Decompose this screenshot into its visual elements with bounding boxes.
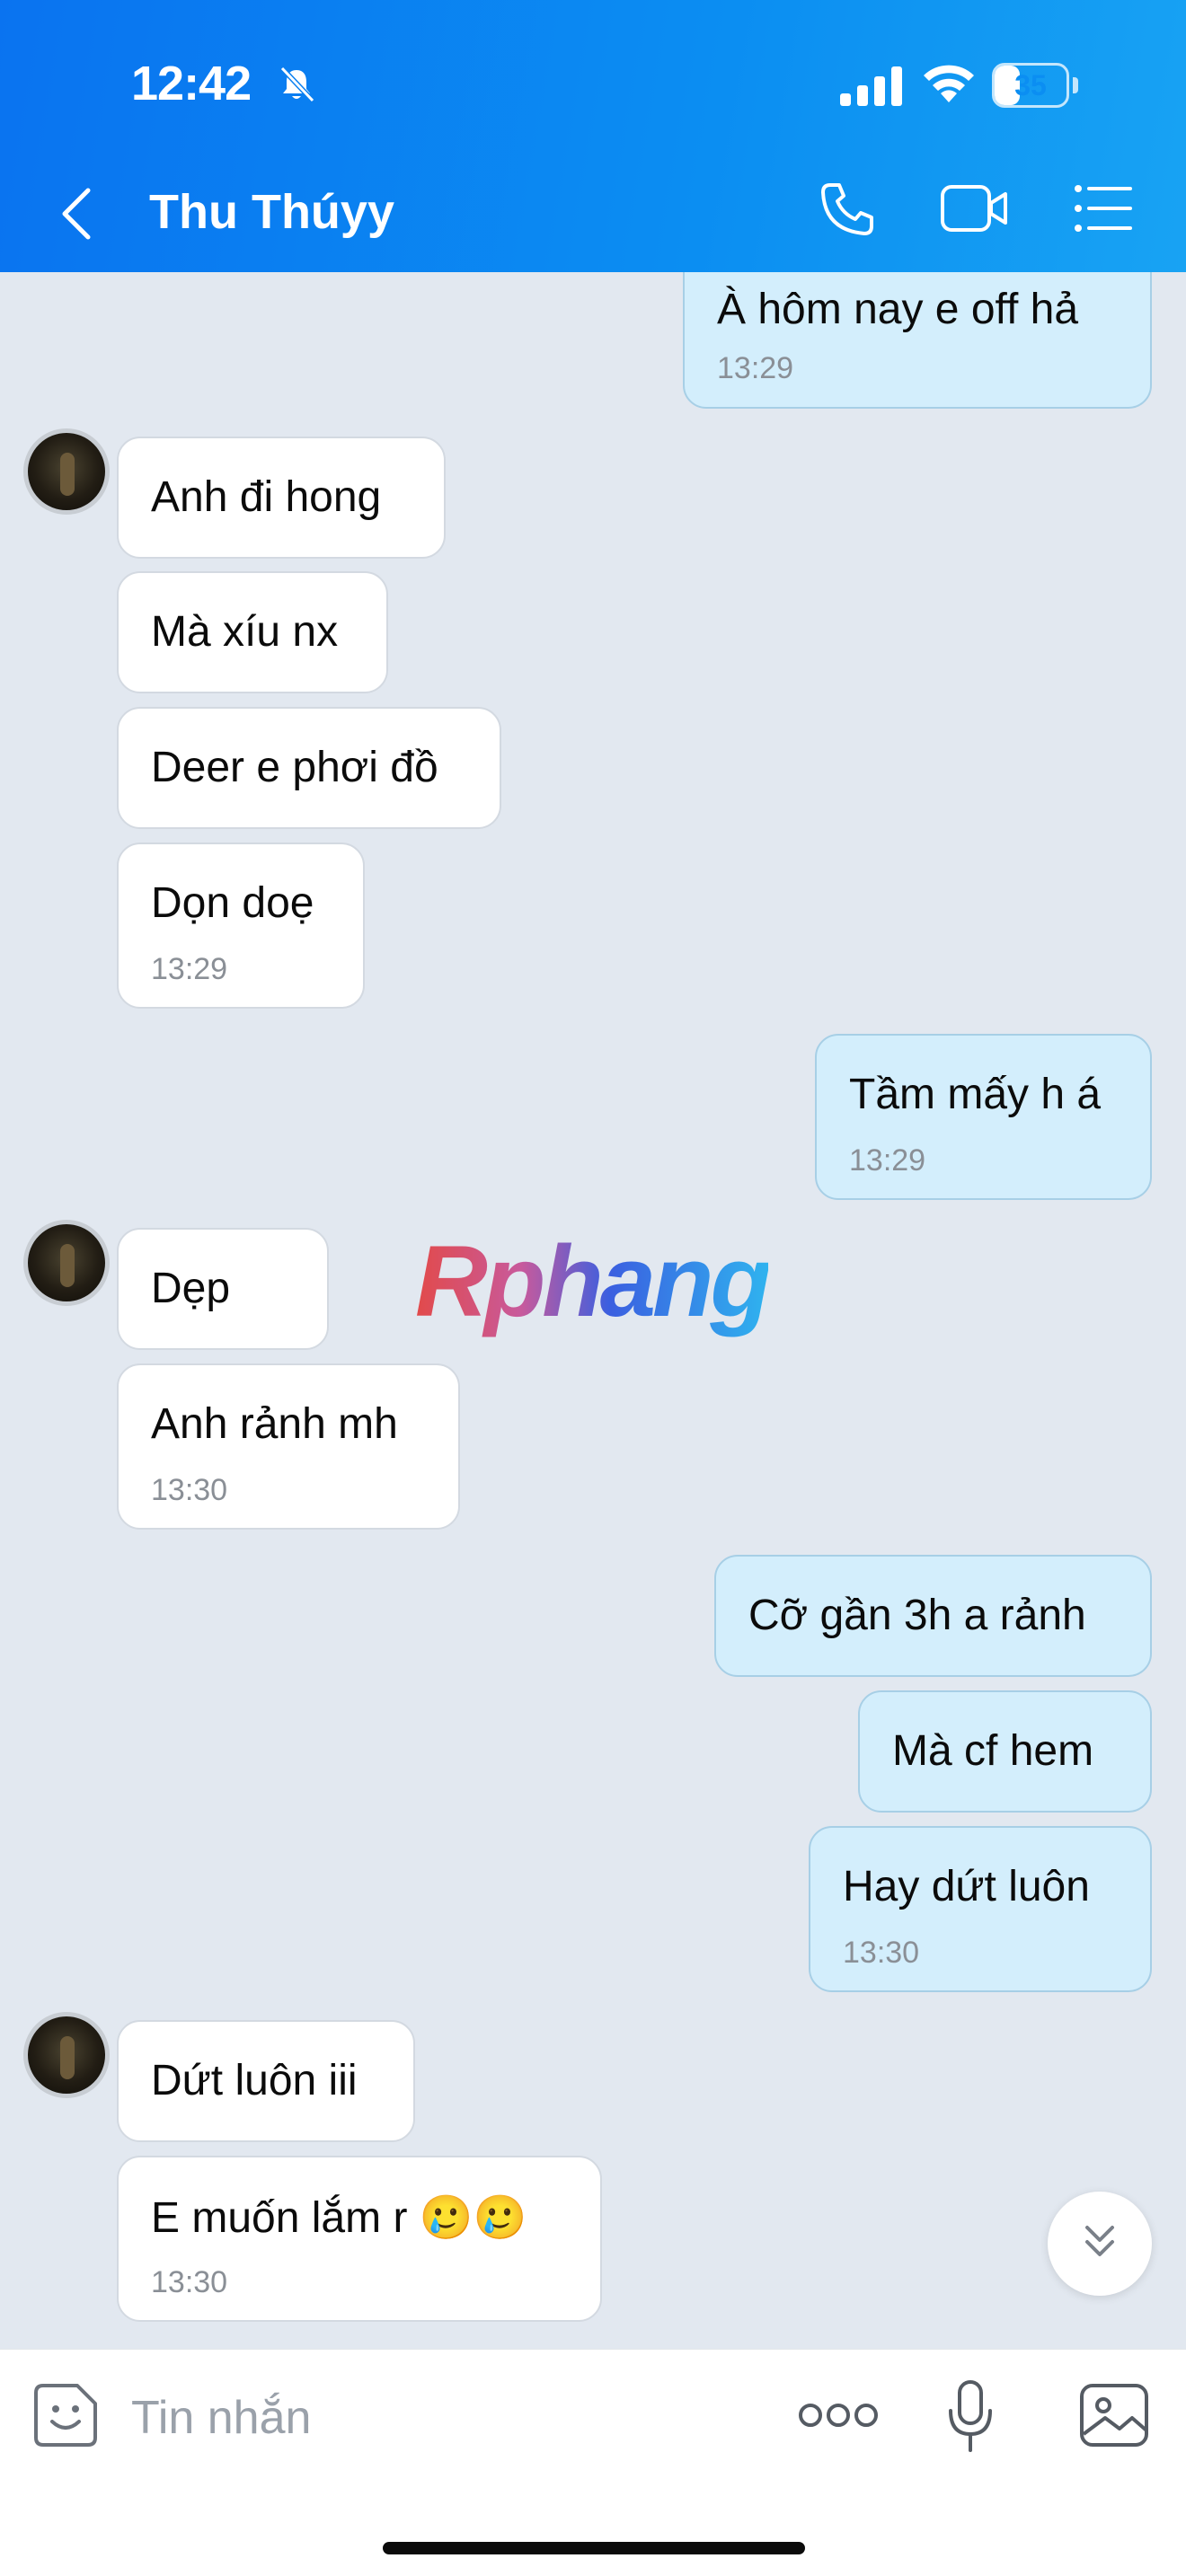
message-text: Mà cf hem bbox=[892, 1727, 1094, 1775]
avatar[interactable] bbox=[23, 428, 110, 515]
message-time: 13:30 bbox=[843, 1936, 920, 1970]
bell-muted-icon bbox=[279, 66, 315, 103]
scroll-down-icon bbox=[1085, 2226, 1114, 2256]
message-time: 13:29 bbox=[151, 952, 228, 986]
message-bubble[interactable]: Deer e phơi đồ bbox=[117, 707, 501, 829]
battery-icon: 35 bbox=[992, 63, 1078, 108]
message-text: Tầm mấy h á bbox=[849, 1071, 1102, 1118]
message-bubble[interactable]: E muốn lắm r 🥲🥲 13:30 bbox=[117, 2156, 602, 2322]
message-text: Deer e phơi đồ bbox=[151, 744, 438, 791]
scroll-down-button[interactable] bbox=[1048, 2192, 1152, 2296]
message-bubble[interactable]: Cỡ gần 3h a rảnh bbox=[714, 1555, 1152, 1677]
message-text: Dẹp bbox=[151, 1265, 231, 1312]
message-bubble[interactable]: À hôm nay e off hả 13:29 bbox=[683, 272, 1152, 409]
message-input[interactable]: Tin nhắn bbox=[131, 2391, 311, 2445]
more-icon[interactable] bbox=[798, 2400, 879, 2430]
watermark-logo: Rphang bbox=[415, 1225, 772, 1337]
status-time: 12:42 bbox=[131, 57, 252, 110]
phone-icon[interactable] bbox=[818, 180, 877, 239]
wifi-icon bbox=[924, 65, 974, 102]
avatar[interactable] bbox=[23, 2012, 110, 2098]
home-indicator bbox=[383, 2542, 805, 2554]
avatar[interactable] bbox=[23, 1220, 110, 1306]
message-bubble[interactable]: Mà cf hem bbox=[858, 1690, 1152, 1813]
message-text: Dứt luôn iii bbox=[151, 2057, 358, 2104]
message-bubble[interactable]: Tầm mấy h á 13:29 bbox=[815, 1034, 1152, 1200]
composer-bar: Tin nhắn bbox=[0, 2349, 1186, 2576]
message-text: Anh rảnh mh bbox=[151, 1400, 398, 1448]
message-time: 13:30 bbox=[151, 2265, 228, 2299]
message-text: Hay dứt luôn bbox=[843, 1863, 1090, 1910]
chat-header: 12:42 35 Thu Thúyy bbox=[0, 0, 1186, 272]
image-icon[interactable] bbox=[1078, 2382, 1150, 2448]
message-bubble[interactable]: Dẹp bbox=[117, 1228, 329, 1350]
message-text: Cỡ gần 3h a rảnh bbox=[748, 1592, 1086, 1639]
message-text: Mà xíu nx bbox=[151, 608, 339, 656]
message-text: Dọn doẹ bbox=[151, 879, 314, 927]
message-bubble[interactable]: Anh rảnh mh 13:30 bbox=[117, 1363, 460, 1530]
list-menu-icon[interactable] bbox=[1073, 180, 1136, 237]
message-bubble[interactable]: Mà xíu nx bbox=[117, 571, 388, 693]
message-time: 13:29 bbox=[849, 1143, 926, 1178]
video-icon[interactable] bbox=[939, 180, 1011, 237]
message-time: 13:30 bbox=[151, 1473, 228, 1507]
signal-icon bbox=[840, 66, 902, 106]
message-text: À hôm nay e off hả bbox=[717, 286, 1079, 333]
battery-level: 35 bbox=[1014, 69, 1047, 101]
message-bubble[interactable]: Hay dứt luôn 13:30 bbox=[809, 1826, 1152, 1992]
message-time: 13:29 bbox=[717, 351, 794, 385]
back-chevron-icon[interactable] bbox=[56, 185, 101, 243]
message-bubble[interactable]: Dứt luôn iii bbox=[117, 2020, 415, 2142]
sticker-icon[interactable] bbox=[32, 2382, 99, 2448]
contact-name[interactable]: Thu Thúyy bbox=[149, 184, 394, 240]
message-bubble[interactable]: Anh đi hong bbox=[117, 437, 446, 559]
microphone-icon[interactable] bbox=[945, 2378, 996, 2454]
message-text: E muốn lắm r 🥲🥲 bbox=[151, 2194, 527, 2242]
message-bubble[interactable]: Dọn doẹ 13:29 bbox=[117, 842, 365, 1009]
message-text: Anh đi hong bbox=[151, 473, 382, 521]
